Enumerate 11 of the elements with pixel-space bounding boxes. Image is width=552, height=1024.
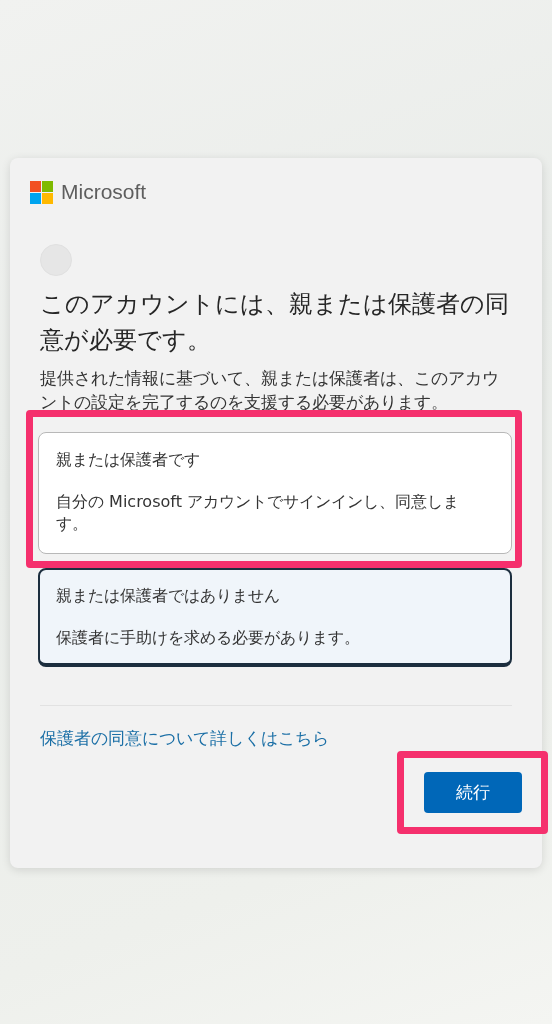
option-title: 親または保護者ではありません: [56, 585, 281, 607]
option-title: 親または保護者です: [56, 449, 201, 471]
consent-info-link[interactable]: 保護者の同意について詳しくはこちら: [40, 728, 512, 750]
choice-option[interactable]: 親または保護者ではありません 保護者に手助けを求める必要があります。: [38, 568, 512, 667]
brand-name: Microsoft: [61, 180, 147, 204]
option-description: 保護者に手助けを求める必要があります。: [56, 627, 361, 649]
choice-option[interactable]: 親または保護者です 自分の Microsoft アカウントでサインインし、同意します。: [38, 432, 512, 554]
dialog-title: このアカウントには、親または保護者の同意が必要です。: [40, 289, 510, 356]
continue-button[interactable]: 続行: [424, 772, 522, 813]
option-description: 自分の Microsoft アカウントでサインインし、同意します。: [56, 491, 460, 535]
four-squares-logo-icon: [30, 180, 53, 204]
